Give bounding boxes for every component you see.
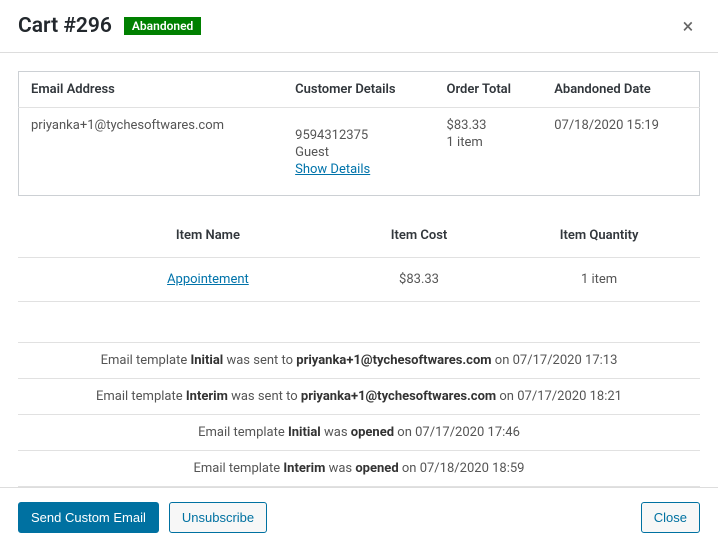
cart-modal: Cart #296 Abandoned × Email Address Cust… (0, 0, 718, 547)
log-entry: Email template Interim was sent to priya… (18, 378, 700, 414)
log-entry: Email template Initial was opened on 07/… (18, 414, 700, 450)
send-custom-email-button[interactable]: Send Custom Email (18, 502, 159, 534)
modal-header: Cart #296 Abandoned × (0, 0, 718, 53)
customer-detail-table: Email Address Customer Details Order Tot… (18, 71, 700, 196)
close-icon[interactable]: × (676, 14, 700, 38)
item-qty: 1 item (498, 258, 700, 302)
cell-date: 07/18/2020 15:19 (542, 108, 699, 196)
page-title: Cart #296 (18, 14, 112, 38)
item-name-link[interactable]: Appointement (167, 272, 249, 287)
modal-content: Email Address Customer Details Order Tot… (0, 53, 718, 487)
customer-phone: 9594312375 (295, 128, 422, 143)
cell-total: $83.33 1 item (435, 108, 543, 196)
col-item-name: Item Name (18, 214, 340, 258)
col-customer: Customer Details (283, 72, 434, 108)
col-date: Abandoned Date (542, 72, 699, 108)
item-cost: $83.33 (340, 258, 498, 302)
log-entry: Email template Interim was opened on 07/… (18, 450, 700, 487)
table-row: priyanka+1@tychesoftwares.com 9594312375… (19, 108, 700, 196)
cell-customer: 9594312375 Guest Show Details (283, 108, 434, 196)
col-email: Email Address (19, 72, 284, 108)
col-item-qty: Item Quantity (498, 214, 700, 258)
order-total-amount: $83.33 (447, 118, 531, 133)
customer-type: Guest (295, 145, 422, 160)
order-total-items: 1 item (447, 135, 531, 150)
status-badge: Abandoned (124, 17, 201, 35)
col-item-cost: Item Cost (340, 214, 498, 258)
table-row: Appointement $83.33 1 item (18, 258, 700, 302)
unsubscribe-button[interactable]: Unsubscribe (169, 502, 267, 534)
col-total: Order Total (435, 72, 543, 108)
log-entry: Email template Initial was sent to priya… (18, 342, 700, 378)
show-details-link[interactable]: Show Details (295, 162, 370, 177)
items-table: Item Name Item Cost Item Quantity Appoin… (18, 214, 700, 302)
email-log: Email template Initial was sent to priya… (18, 342, 700, 487)
cell-email: priyanka+1@tychesoftwares.com (19, 108, 284, 196)
modal-footer: Send Custom Email Unsubscribe Close (0, 487, 718, 547)
close-button[interactable]: Close (641, 502, 700, 534)
